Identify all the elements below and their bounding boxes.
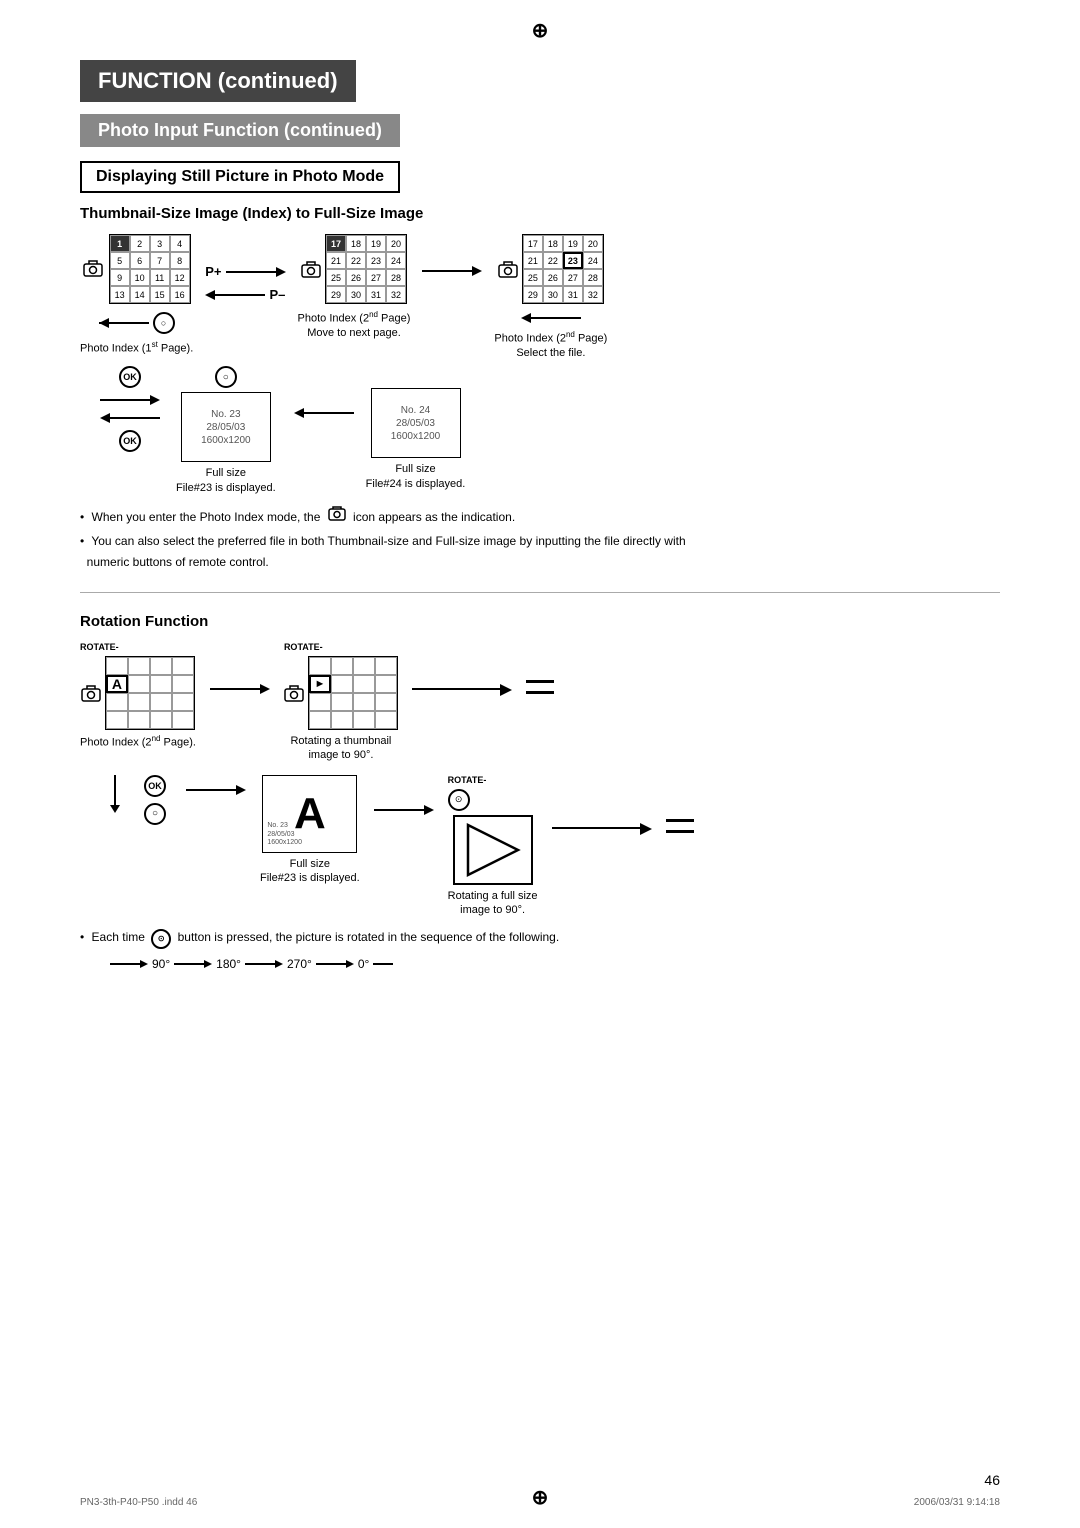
arrow-left-p1 [205,289,265,301]
rot-index-block: ROTATE- A [80,642,196,750]
diagram-block-index2a: 17 18 19 20 21 22 23 24 25 26 27 28 29 3… [298,234,411,340]
rotation-bullet-text: button is pressed, the picture is rotate… [178,930,560,944]
index-grid-1: 1 2 3 4 5 6 7 8 9 10 11 12 [109,234,191,304]
arrow-rot-end [552,821,652,838]
footer-left: PN3-3th-P40-P50 .indd 46 [80,1497,197,1508]
crosshair-top: ⊕ [532,18,549,43]
rot-fullsize-result: ROTATE- ⊙ Rotating a full sizeimage to 9… [448,775,538,918]
diagram-block-index2b: 17 18 19 20 21 22 23 24 25 26 27 28 29 3… [494,234,607,360]
ok-button-2: OK [119,430,141,452]
arrow-rot-1 [210,682,270,698]
index-grid-2: 17 18 19 20 21 22 23 24 25 26 27 28 29 3… [325,234,407,304]
caption-index2b: Photo Index (2nd Page)Select the file. [494,330,607,360]
sub-heading: Thumbnail-Size Image (Index) to Full-Siz… [80,205,1000,222]
sequence-row: 90° 180° 270° 0° [110,957,1000,971]
bullet-1-text: When you enter the Photo Index mode, the [92,510,324,524]
seq-0: 0° [354,957,373,971]
rot-index-grid-2: ► [308,656,398,730]
fullsize-rot-block: A No. 23 28/05/03 1600x1200 Full sizeFil… [260,775,360,886]
caption-rot-index: Photo Index (2nd Page). [80,734,196,750]
seq-90: 90° [148,957,174,971]
arrow-between-fullsize [294,406,354,422]
footer-right: 2006/03/31 9:14:18 [914,1497,1000,1508]
end-dashes-2 [666,819,694,833]
diagram-block-index1: 1 2 3 4 5 6 7 8 9 10 11 12 [80,234,193,356]
sub-banner: Photo Input Function (continued) [80,114,400,147]
arrow-rot-full [374,803,434,819]
arrow-left-1 [99,317,149,329]
end-dashes-1 [526,680,554,694]
bullet-section-1: • When you enter the Photo Index mode, t… [80,505,1000,572]
index-grid-3: 17 18 19 20 21 22 23 24 25 26 27 28 29 3… [522,234,604,304]
seq-270: 270° [283,957,316,971]
bullet-1-text-2: icon appears as the indication. [353,510,515,524]
knob-icon-1: ○ [153,312,175,334]
section-heading: Displaying Still Picture in Photo Mode [80,161,400,193]
rotate-label-3: ROTATE- [448,775,487,785]
p-plus-label: P+ [205,264,221,279]
caption-index2a: Photo Index (2nd Page)Move to next page. [298,310,411,340]
caption-rot-thumb: Rotating a thumbnailimage to 90°. [290,734,391,763]
camera-icon-inline [328,505,346,521]
fullsize-image-24: No. 24 28/05/03 1600x1200 [371,388,461,458]
ok-button-1: OK [119,366,141,388]
section-divider [80,592,1000,593]
arrow-right-p1 [226,266,286,278]
p-minus-label: P– [269,287,285,302]
page-number: 46 [984,1472,1000,1488]
file23-info: No. 23 28/05/03 1600x1200 [267,822,302,847]
triangle-arrow-svg [463,820,523,880]
crosshair-bottom: ⊕ [532,1485,549,1510]
large-arrow-display [453,815,533,885]
seq-180: 180° [212,957,245,971]
rotate-label-2: ROTATE- [284,642,323,652]
nav-arrows-group: P+ P– [205,264,285,302]
knob-rot: ○ [144,803,166,825]
rot-thumb-block: ROTATE- ► [284,642,398,763]
arrow-left-3 [521,312,581,324]
rotate-label-1: ROTATE- [80,642,119,652]
rotate-circle-icon: ⊙ [448,789,470,811]
arrow-rot-2 [412,682,512,699]
ok-rot-group: OK ○ [144,775,166,825]
bullet-rotation: • Each time ⊙ button is pressed, the pic… [80,927,1000,949]
rotate-btn-inline: ⊙ [151,929,171,949]
rot-index-grid-1: A [105,656,195,730]
camera-icon-rot2 [284,684,304,702]
fullsize-24-group: No. 24 28/05/03 1600x1200 Full sizeFile#… [366,366,466,491]
arrow-right-ok1 [100,394,160,406]
caption-fullsize23: Full sizeFile#23 is displayed. [176,466,276,495]
arrow-rot-ok [186,783,246,799]
bullet-2-text: You can also select the preferred file i… [91,534,685,548]
caption-rot-full: Rotating a full sizeimage to 90°. [448,889,538,918]
arrow-to-index2b [422,264,482,280]
bullet-2-text-cont: numeric buttons of remote control. [87,555,269,569]
fullsize-rot-image: A No. 23 28/05/03 1600x1200 [262,775,357,853]
knob-icon-2: ○ [215,366,237,388]
ok-group-1: OK OK [100,366,160,452]
caption-fullsize-rot: Full sizeFile#23 is displayed. [260,857,360,886]
fullsize-image-23: No. 23 28/05/03 1600x1200 [181,392,271,462]
camera-icon-1 [83,259,103,277]
arrow-left-ok1 [100,412,160,424]
rotation-heading: Rotation Function [80,613,1000,630]
camera-icon-rot1 [81,684,101,702]
main-banner: FUNCTION (continued) [80,60,356,102]
caption-fullsize24: Full sizeFile#24 is displayed. [366,462,466,491]
ok-arrow-path [110,775,120,813]
camera-icon-2 [301,260,321,278]
caption-index1: Photo Index (1st Page). [80,340,193,356]
ok-button-rot: OK [144,775,166,797]
camera-icon-3 [498,260,518,278]
fullsize-23-group: ○ No. 23 28/05/03 1600x1200 Full sizeFil… [176,366,276,495]
